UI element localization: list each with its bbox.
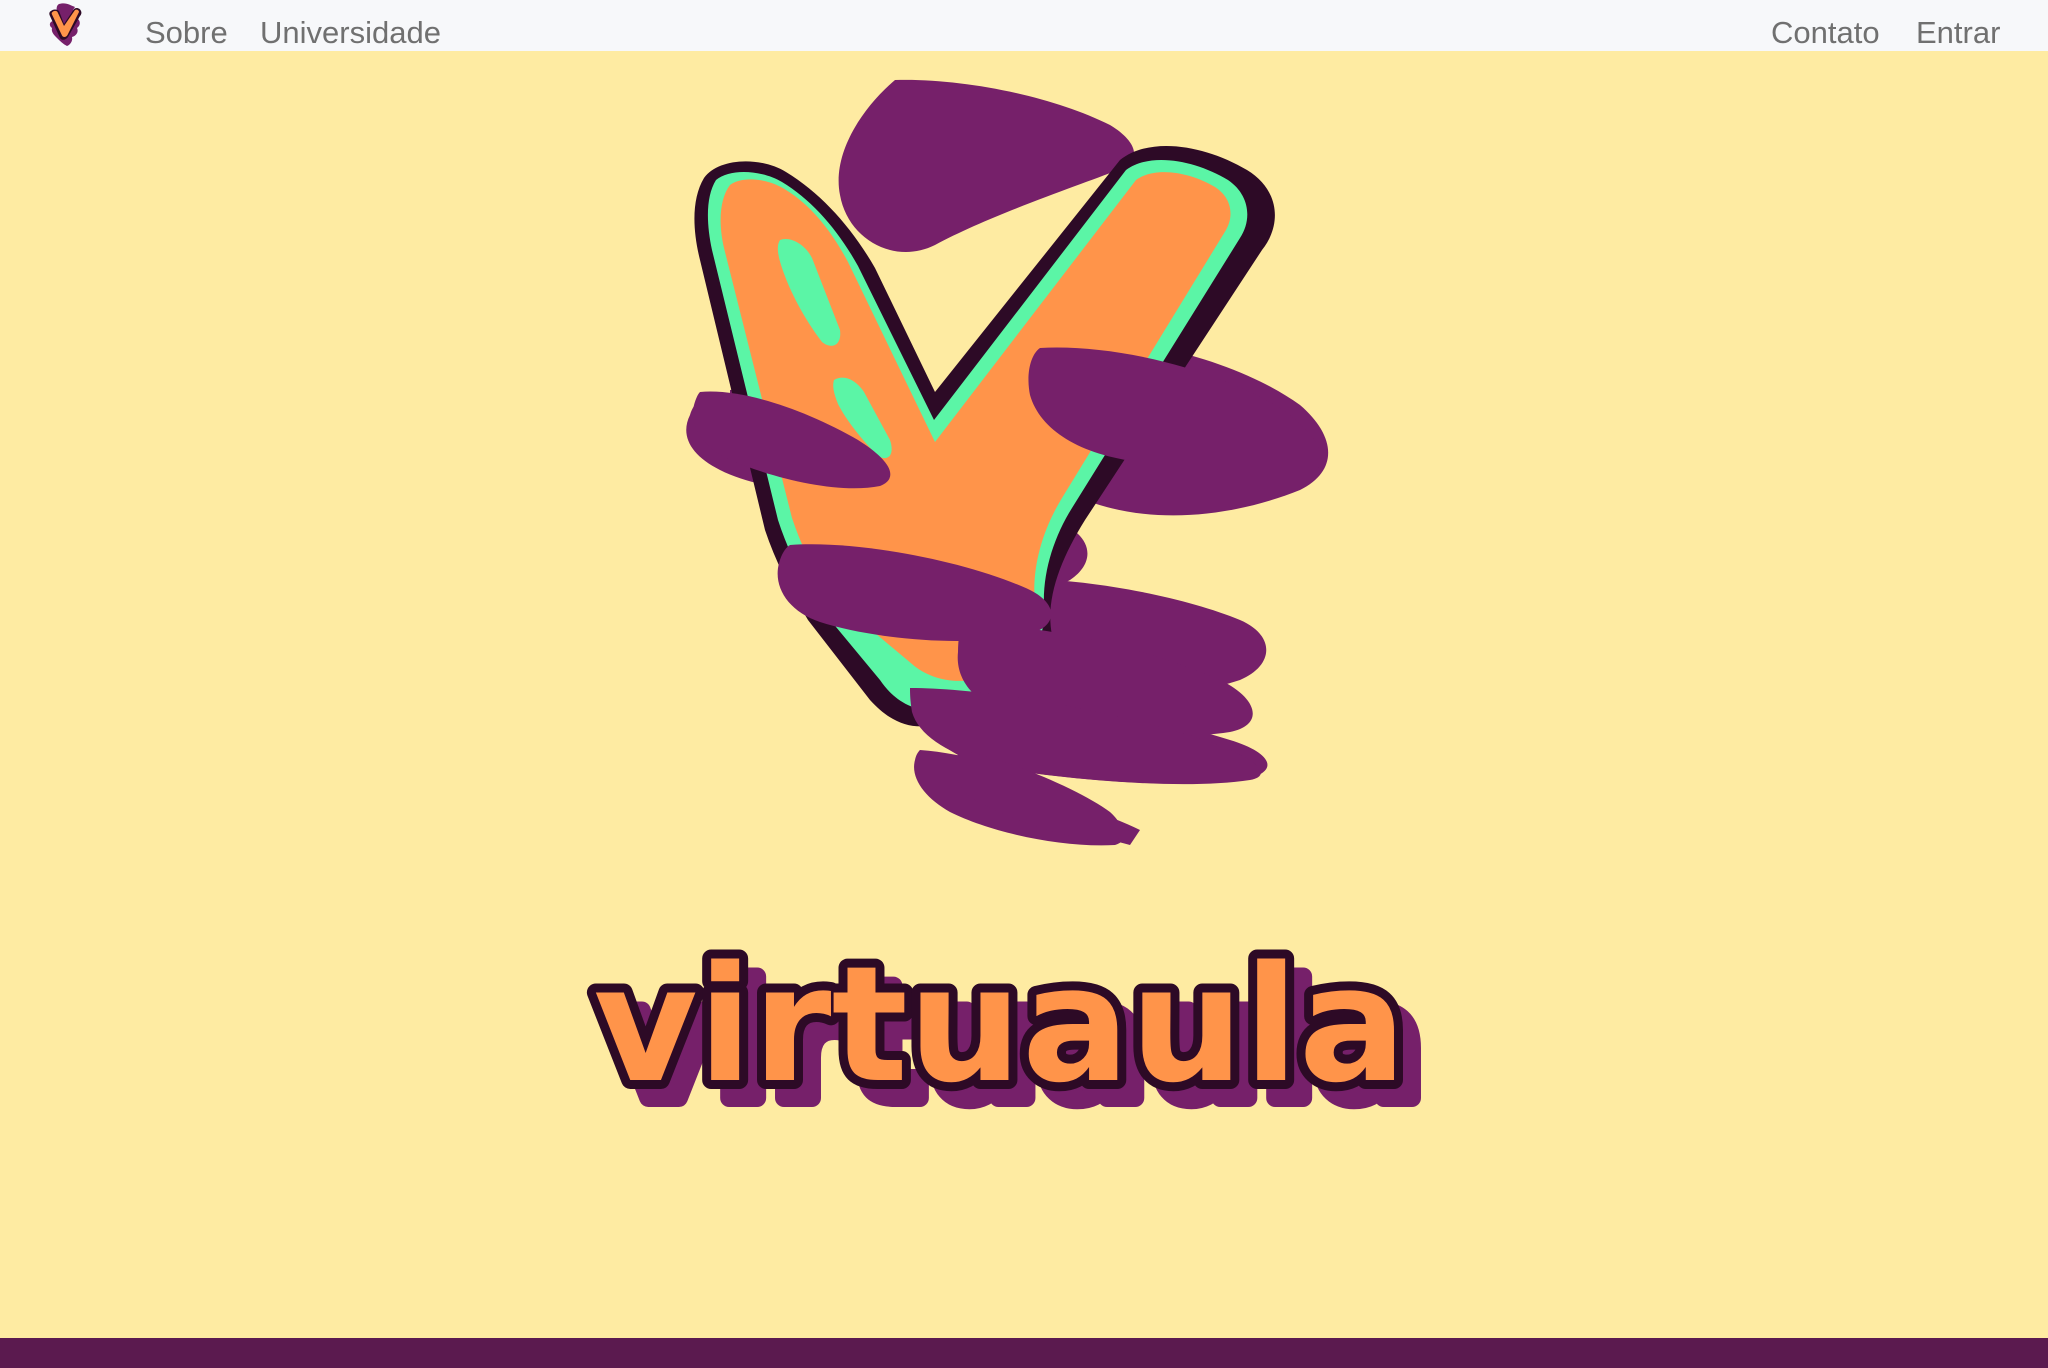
brand-logo-icon[interactable]	[40, 0, 90, 50]
hero-section: virtuaula virtuaula virtuaula	[0, 51, 2048, 1338]
nav-link-entrar[interactable]: Entrar	[1916, 0, 2000, 51]
nav-link-contato[interactable]: Contato	[1771, 0, 1880, 51]
nav-link-sobre[interactable]: Sobre	[145, 0, 228, 51]
top-navbar: Sobre Universidade Contato Entrar	[0, 0, 2048, 51]
footer-bar	[0, 1338, 2048, 1368]
nav-link-universidade[interactable]: Universidade	[260, 0, 441, 51]
wordmark-text: virtuaula	[593, 931, 1406, 1118]
virtuaula-wordmark: virtuaula virtuaula virtuaula	[584, 922, 1433, 1145]
virtuaula-logo: virtuaula virtuaula virtuaula	[584, 79, 1434, 1145]
